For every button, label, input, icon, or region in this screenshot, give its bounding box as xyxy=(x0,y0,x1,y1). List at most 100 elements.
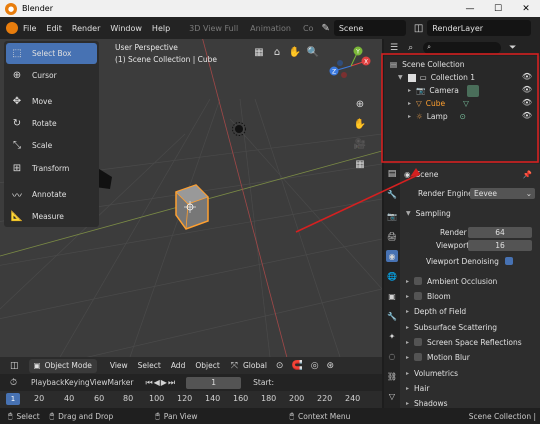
snap-icon[interactable]: 🧲 xyxy=(291,361,302,371)
menu-render[interactable]: Render xyxy=(67,24,105,33)
funnel-icon[interactable]: ⏷ xyxy=(509,43,516,53)
render-engine-dropdown[interactable]: Eevee ⌄ xyxy=(470,187,535,199)
eye-icon[interactable]: 👁 xyxy=(522,98,532,107)
properties-editor-icon[interactable]: ▤ xyxy=(386,168,398,180)
timeline-ruler[interactable]: 1 20 40 60 80 100 120 140 160 180 200 22… xyxy=(0,391,382,408)
zoom-view-icon[interactable]: ⊕ xyxy=(352,97,368,111)
menu-file[interactable]: File xyxy=(18,24,41,33)
mode-selector[interactable]: ▣ Object Mode xyxy=(28,358,97,373)
3d-viewport[interactable]: ⬚ Select Box ⊕ Cursor ✥ Move ↻ Rotate ⤡ Scale… xyxy=(0,39,382,357)
data-tab-icon[interactable]: ▽ xyxy=(386,390,398,402)
navigation-gizmo[interactable]: X Y Z xyxy=(326,41,376,91)
outliner-search-input[interactable]: ⌕ xyxy=(423,41,502,54)
viewport-denoising-checkbox[interactable] xyxy=(504,257,513,265)
workspace-tab-co[interactable]: Co xyxy=(297,24,319,33)
renderlayer-icon[interactable]: ◫ xyxy=(414,23,423,34)
menu-add[interactable]: Add xyxy=(166,361,191,370)
motion-blur-panel[interactable]: ▸ Motion Blur xyxy=(400,350,540,364)
hand-pan-icon[interactable]: ✋ xyxy=(287,45,303,59)
depth-of-field-panel[interactable]: ▸ Depth of Field xyxy=(400,304,540,318)
ambient-occlusion-panel[interactable]: ▸ Ambient Occlusion xyxy=(400,274,540,288)
pivot-point-icon[interactable]: ⊙ xyxy=(276,361,284,371)
menu-keying[interactable]: Keying xyxy=(65,378,90,387)
scene-tab-icon[interactable]: ◉ xyxy=(386,250,398,262)
timeline-editor-icon[interactable]: ⏱ xyxy=(10,378,17,388)
object-tab-icon[interactable]: ▣ xyxy=(386,290,398,302)
overlay-icon[interactable]: ⊛ xyxy=(327,361,335,371)
camera-view-icon[interactable]: ⌂ xyxy=(269,45,285,59)
workspace-tab-animation[interactable]: Animation xyxy=(244,24,297,33)
checkbox-icon[interactable] xyxy=(414,277,423,285)
tool-rotate[interactable]: ↻ Rotate xyxy=(6,113,97,134)
subsurface-scattering-panel[interactable]: ▸ Subsurface Scattering xyxy=(400,320,540,334)
pan-view-icon[interactable]: ✋ xyxy=(352,117,368,131)
current-frame-field[interactable]: 1 xyxy=(186,376,242,389)
workspace-tab-3d-view-full[interactable]: 3D View Full xyxy=(183,24,244,33)
render-tab-icon[interactable]: 📷 xyxy=(386,210,398,222)
checkbox-icon[interactable] xyxy=(414,338,423,346)
menu-object[interactable]: Object xyxy=(190,361,224,370)
viewport-shading-icon[interactable]: ▦ xyxy=(251,45,267,59)
screen-space-reflections-panel[interactable]: ▸ Screen Space Reflections xyxy=(400,335,540,349)
menu-select[interactable]: Select xyxy=(133,361,166,370)
blender-menu-icon[interactable] xyxy=(6,22,18,34)
maximize-button[interactable]: ☐ xyxy=(484,0,512,17)
hair-panel[interactable]: ▸ Hair xyxy=(400,381,540,395)
render-samples-field[interactable]: 64 xyxy=(468,226,532,238)
camera-toggle-icon[interactable]: 🎥 xyxy=(352,137,368,151)
menu-window[interactable]: Window xyxy=(105,24,147,33)
pin-icon[interactable]: 📌 xyxy=(523,170,532,179)
checkbox-icon[interactable] xyxy=(407,73,416,82)
tool-measure[interactable]: 📐 Measure xyxy=(6,206,97,227)
modifier-tab-icon[interactable]: 🔧 xyxy=(386,310,398,322)
cube-object[interactable] xyxy=(175,184,209,230)
menu-playback[interactable]: Playback xyxy=(31,378,64,387)
outliner-filter-icon[interactable]: ⌕ xyxy=(408,43,413,53)
tool-scale[interactable]: ⤡ Scale xyxy=(6,135,97,156)
menu-help[interactable]: Help xyxy=(147,24,175,33)
tool-move[interactable]: ✥ Move xyxy=(6,91,97,112)
viewport-samples-field[interactable]: 16 xyxy=(468,239,532,251)
eye-icon[interactable]: 👁 xyxy=(522,72,532,81)
renderlayer-selector[interactable]: RenderLayer xyxy=(427,20,532,36)
zoom-icon[interactable]: 🔍 xyxy=(305,45,321,59)
menu-view[interactable]: View xyxy=(105,361,133,370)
output-tab-icon[interactable]: 🖨 xyxy=(386,230,398,242)
menu-edit[interactable]: Edit xyxy=(41,24,67,33)
frame-1-marker[interactable]: 1 xyxy=(6,393,20,405)
close-button[interactable]: ✕ xyxy=(512,0,540,17)
tool-tab-icon[interactable]: 🔧 xyxy=(386,188,398,200)
expand-triangle-icon[interactable]: ▼ xyxy=(398,74,403,81)
start-frame-label[interactable]: Start: xyxy=(253,378,274,387)
sampling-panel-header[interactable]: ▼ Sampling xyxy=(400,206,540,220)
outliner-editor-icon[interactable]: ☰ xyxy=(390,43,398,53)
tool-cursor[interactable]: ⊕ Cursor xyxy=(6,65,97,86)
outliner-item-lamp[interactable]: ▸ ☼ Lamp ⊙ xyxy=(408,110,534,123)
tool-select-box[interactable]: ⬚ Select Box xyxy=(6,43,97,64)
scene-selector[interactable]: Scene xyxy=(333,20,406,36)
menu-marker[interactable]: Marker xyxy=(108,378,134,387)
eye-icon[interactable]: 👁 xyxy=(522,111,532,120)
tool-transform[interactable]: ⊞ Transform xyxy=(6,158,97,179)
world-tab-icon[interactable]: 🌐 xyxy=(386,270,398,282)
volumetrics-panel[interactable]: ▸ Volumetrics xyxy=(400,366,540,380)
particles-tab-icon[interactable]: ✦ xyxy=(386,330,398,342)
bloom-panel[interactable]: ▸ Bloom xyxy=(400,289,540,303)
menu-timeline-view[interactable]: View xyxy=(90,378,108,387)
editor-type-icon[interactable]: ◫ xyxy=(10,361,19,371)
minimize-button[interactable]: — xyxy=(456,0,484,17)
playback-controls[interactable]: ⏮◀▶⏭ xyxy=(145,378,176,388)
scene-browse-icon[interactable]: ✎ xyxy=(321,23,329,34)
proportional-edit-icon[interactable]: ◎ xyxy=(311,361,319,371)
eye-icon[interactable]: 👁 xyxy=(522,85,532,94)
physics-tab-icon[interactable]: ◌ xyxy=(386,350,398,362)
checkbox-icon[interactable] xyxy=(414,353,423,361)
tool-annotate[interactable]: 〰 Annotate xyxy=(6,184,97,205)
outliner-scene-collection[interactable]: ▤ Scene Collection xyxy=(390,58,464,71)
ortho-toggle-icon[interactable]: ▦ xyxy=(352,157,368,171)
checkbox-icon[interactable] xyxy=(414,292,423,300)
constraints-tab-icon[interactable]: ⛓ xyxy=(386,370,398,382)
outliner-item-cube[interactable]: ▸ ▽ Cube ▽ xyxy=(408,97,534,110)
outliner-item-camera[interactable]: ▸ 📷 Camera xyxy=(408,84,534,97)
transform-orientation-dropdown[interactable]: Global xyxy=(238,361,272,370)
